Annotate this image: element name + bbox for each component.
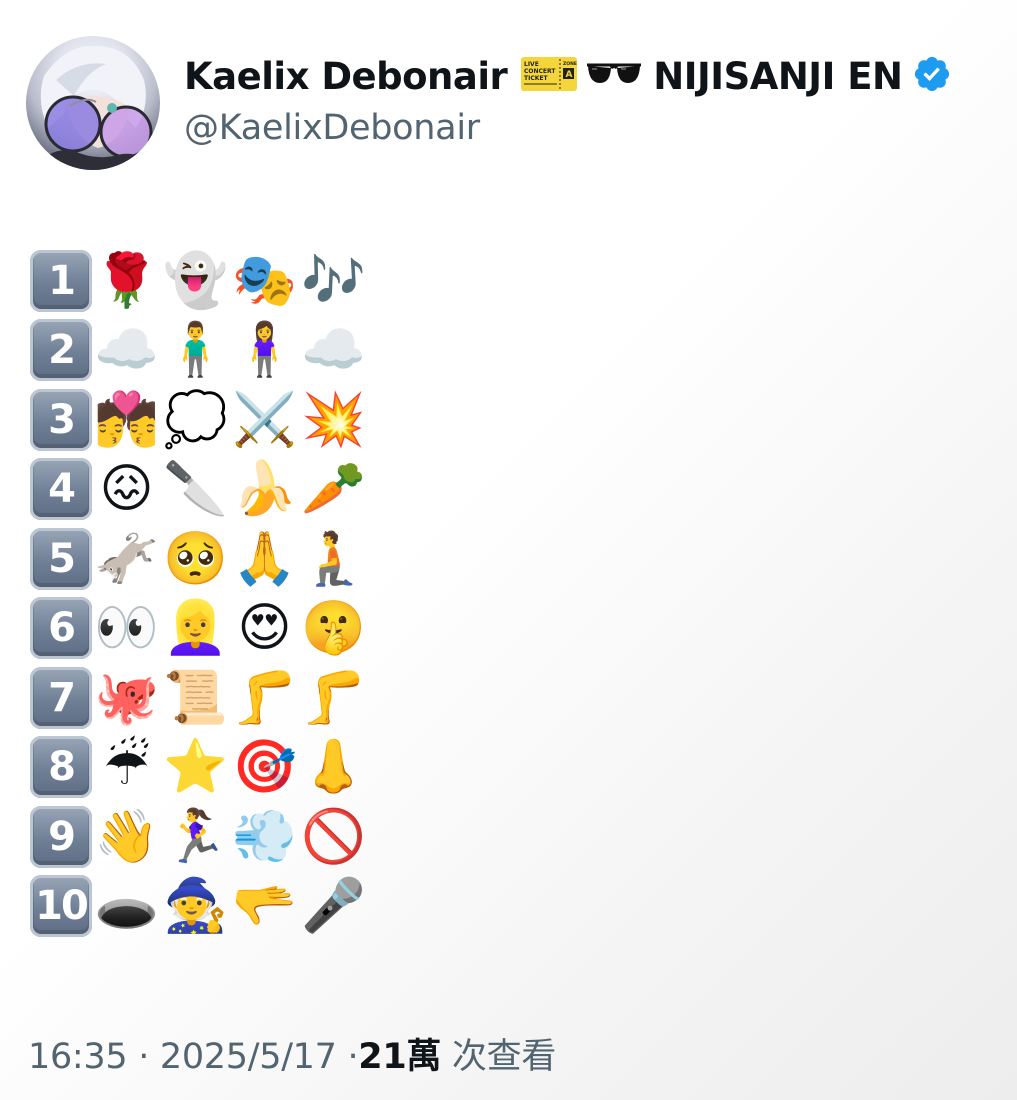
emoji-icon: 🧍‍♂️ — [163, 320, 228, 381]
display-name[interactable]: Kaelix Debonair — [184, 55, 508, 98]
separator: · — [347, 1037, 359, 1077]
sunglasses-icon — [585, 61, 643, 92]
keycap-number-icon: 7 — [30, 666, 92, 729]
emoji-icon: 🫏 — [94, 528, 159, 589]
avatar[interactable] — [26, 36, 160, 170]
emoji-icon: 😖 — [99, 459, 154, 520]
ticket-zone-value: A — [566, 70, 573, 80]
emoji-icon: 🥺 — [163, 528, 228, 589]
emoji-row: 10 🕳️ 🧙 🫳 🎤 — [30, 872, 368, 942]
emoji-icon: ⚔️ — [232, 389, 297, 450]
ticket-icon: LIVE CONCERT TICKET ZONE A — [521, 56, 578, 96]
emoji-row: 6 👀 👱‍♀️ 😍 🤫 — [30, 594, 368, 664]
emoji-row: 8 ☔ ⭐ 🎯 👃 — [30, 733, 368, 803]
emoji-icon: 🎯 — [232, 737, 297, 798]
emoji-row: 3 💏 💭 ⚔️ 💥 — [30, 385, 368, 455]
tweet-header: Kaelix Debonair LIVE CONCERT TICKET ZONE… — [26, 36, 1006, 172]
emoji-icon: 🙏 — [232, 528, 297, 589]
emoji-icon: 🔪 — [163, 459, 228, 520]
ticket-zone-label: ZONE — [563, 61, 577, 67]
emoji-icon: 💏 — [94, 389, 159, 450]
emoji-icon: ⭐ — [163, 737, 228, 798]
name-suffix[interactable]: NIJISANJI EN — [653, 55, 903, 98]
tweet-meta: 16:35 · 2025/5/17 ·21萬 次查看 — [28, 1028, 556, 1079]
separator: · — [138, 1037, 150, 1077]
emoji-icon: 👱‍♀️ — [163, 598, 228, 659]
keycap-number-icon: 4 — [30, 458, 92, 521]
emoji-icon: 😍 — [237, 598, 292, 659]
emoji-icon: 🚫 — [301, 806, 366, 867]
emoji-icon: 🏃‍♀️ — [163, 806, 228, 867]
emoji-icon: ☔ — [103, 737, 150, 798]
keycap-number-icon: 9 — [30, 805, 92, 868]
verified-badge-icon[interactable] — [912, 54, 952, 99]
emoji-row: 5 🫏 🥺 🙏 🧎 — [30, 524, 368, 594]
emoji-icon: 👀 — [94, 598, 159, 659]
emoji-icon: 🧙 — [163, 876, 228, 937]
emoji-icon: 👋 — [94, 806, 159, 867]
ticket-line1: LIVE — [524, 61, 539, 68]
emoji-icon: 💨 — [232, 806, 297, 867]
keycap-number-icon: 2 — [30, 319, 92, 382]
keycap-number-icon: 3 — [30, 388, 92, 451]
emoji-icon: ☁️ — [94, 320, 159, 381]
emoji-icon: 🧍‍♀️ — [232, 320, 297, 381]
emoji-icon: 🦵 — [232, 667, 297, 728]
emoji-icon: 🎤 — [301, 876, 366, 937]
user-names: Kaelix Debonair LIVE CONCERT TICKET ZONE… — [184, 50, 952, 148]
emoji-row: 9 👋 🏃‍♀️ 💨 🚫 — [30, 802, 368, 872]
emoji-icon: 👃 — [301, 737, 366, 798]
emoji-icon: 🎭 — [232, 250, 297, 311]
tweet-text-emoji-list: 1 🌹 👻 🎭 🎶 2 ☁️ 🧍‍♂️ 🧍‍♀️ ☁️ 3 💏 💭 ⚔️ 💥 4 😖 🔪 🍌 🥕 5 🫏 🥺 🙏 🧎 6 👀 👱‍♀️… — [30, 246, 368, 941]
ticket-line3: TICKET — [524, 75, 548, 82]
emoji-icon: 🌹 — [94, 250, 159, 311]
tweet-time[interactable]: 16:35 — [28, 1037, 128, 1077]
emoji-icon: 🫳 — [232, 876, 297, 937]
emoji-icon: 🧎 — [301, 528, 366, 589]
display-name-row[interactable]: Kaelix Debonair LIVE CONCERT TICKET ZONE… — [184, 50, 952, 102]
emoji-icon: 🤫 — [301, 598, 366, 659]
emoji-icon: ☁️ — [301, 320, 366, 381]
keycap-number-icon: 1 — [30, 249, 92, 312]
keycap-number-icon: 10 — [30, 875, 92, 938]
ticket-line2: CONCERT — [524, 68, 556, 75]
emoji-row: 7 🐙 📜 🦵 🦵 — [30, 663, 368, 733]
emoji-icon: 🐙 — [94, 667, 159, 728]
emoji-row: 4 😖 🔪 🍌 🥕 — [30, 455, 368, 525]
emoji-icon: 💥 — [301, 389, 366, 450]
emoji-icon: 💭 — [163, 389, 228, 450]
views-count: 21萬 — [358, 1037, 442, 1077]
views-label: 次查看 — [451, 1037, 557, 1077]
tweet-date[interactable]: 2025/5/17 — [160, 1037, 337, 1077]
emoji-icon: 👻 — [163, 250, 228, 311]
emoji-row: 1 🌹 👻 🎭 🎶 — [30, 246, 368, 316]
keycap-number-icon: 8 — [30, 736, 92, 799]
emoji-icon: 🍌 — [232, 459, 297, 520]
emoji-icon: 🥕 — [301, 459, 366, 520]
emoji-icon: 🕳️ — [94, 876, 159, 937]
keycap-number-icon: 5 — [30, 527, 92, 590]
user-handle[interactable]: @KaelixDebonair — [184, 108, 952, 148]
avatar-illustration — [36, 45, 154, 170]
emoji-row: 2 ☁️ 🧍‍♂️ 🧍‍♀️ ☁️ — [30, 316, 368, 386]
keycap-number-icon: 6 — [30, 597, 92, 660]
emoji-icon: 🦵 — [301, 667, 366, 728]
emoji-icon: 📜 — [163, 667, 228, 728]
emoji-icon: 🎶 — [301, 250, 366, 311]
